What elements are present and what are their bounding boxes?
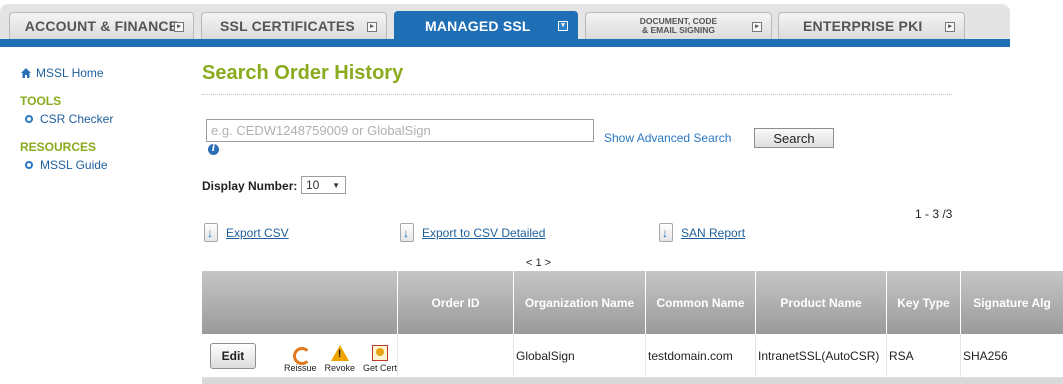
tab-label: MANAGED SSL [425,18,531,34]
revoke-icon [330,344,349,361]
display-number-select[interactable]: 10 ▼ [301,176,346,194]
orders-table: Order ID Organization Name Common Name P… [202,271,1063,384]
tab-bar-underline [0,39,1010,47]
edit-button[interactable]: Edit [210,342,256,369]
tab-document-code-email-signing[interactable]: DOCUMENT, CODE & EMAIL SIGNING ▸ [585,12,772,39]
table-row: Edit Reissue Revoke Get Cert GlobalSign … [202,334,1063,378]
tab-enterprise-pki[interactable]: ENTERPRISE PKI ▸ [778,12,965,39]
reissue-action[interactable]: Reissue [284,345,316,373]
column-header-common-name[interactable]: Common Name [645,271,755,334]
top-tab-bar: ACCOUNT & FINANCE ▸ SSL CERTIFICATES ▸ M… [0,0,1063,47]
export-csv-detailed-link[interactable]: Export to CSV Detailed [422,226,545,240]
revoke-label: Revoke [324,362,355,373]
table-row [202,378,1063,384]
sidebar-item-label: MSSL Guide [40,158,108,172]
export-csv[interactable]: Export CSV [204,221,289,242]
cell-signature-alg: SHA256 [960,334,1063,377]
export-icon [659,223,673,242]
export-icon [204,223,218,242]
display-number-label: Display Number: [202,179,298,193]
column-header-actions [202,271,397,334]
column-header-organization-name[interactable]: Organization Name [513,271,645,334]
tab-managed-ssl[interactable]: MANAGED SSL ▾ [394,11,578,40]
tab-ssl-certificates[interactable]: SSL CERTIFICATES ▸ [201,12,387,39]
row-actions: Edit Reissue Revoke Get Cert [202,334,397,377]
cell-order-id[interactable] [397,334,513,377]
reissue-icon [291,345,312,365]
revoke-action[interactable]: Revoke [324,344,355,373]
tab-label: ENTERPRISE PKI [803,18,923,34]
cell-key-type: RSA [886,334,960,377]
tab-label: SSL CERTIFICATES [220,18,355,34]
info-icon[interactable]: i [208,144,219,155]
get-cert-label: Get Cert [363,362,398,373]
chevron-down-icon: ▼ [332,180,340,190]
column-header-key-type[interactable]: Key Type [886,271,960,334]
sidebar: MSSL Home TOOLS CSR Checker RESOURCES MS… [20,66,180,172]
cell-organization-name: GlobalSign [513,334,645,377]
tab-label: DOCUMENT, CODE & EMAIL SIGNING [640,17,717,35]
search-button[interactable]: Search [754,128,834,148]
tab-arrow-icon[interactable]: ▸ [752,22,762,32]
column-header-product-name[interactable]: Product Name [755,271,886,334]
table-header: Order ID Organization Name Common Name P… [202,271,1063,334]
home-icon [21,68,31,78]
cell-product-name: IntranetSSL(AutoCSR) [755,334,886,377]
sidebar-item-mssl-home[interactable]: MSSL Home [20,66,180,80]
show-advanced-search-link[interactable]: Show Advanced Search [604,131,731,145]
cell-common-name: testdomain.com [645,334,755,377]
export-icon [400,223,414,242]
sidebar-heading-tools: TOOLS [20,94,62,108]
pagination[interactable]: < 1 > [526,257,551,269]
get-cert-action[interactable]: Get Cert [363,344,398,373]
tab-arrow-icon[interactable]: ▸ [367,22,377,32]
result-range: 1 - 3 /3 [915,207,953,221]
column-header-order-id[interactable]: Order ID [397,271,513,334]
export-csv-detailed[interactable]: Export to CSV Detailed [400,221,545,242]
get-cert-icon [372,344,388,361]
search-input[interactable] [206,119,594,142]
tab-label: ACCOUNT & FINANCE [24,18,179,34]
tab-arrow-icon[interactable]: ▸ [945,22,955,32]
sidebar-item-label: CSR Checker [40,112,114,126]
bullet-icon [25,115,33,123]
tab-arrow-icon[interactable]: ▾ [558,21,568,31]
column-header-signature-alg[interactable]: Signature Alg [960,271,1063,334]
page-title: Search Order History [202,62,404,84]
title-divider [202,94,952,95]
bullet-icon [25,161,33,169]
sidebar-item-csr-checker[interactable]: CSR Checker [20,112,180,126]
san-report-link[interactable]: SAN Report [681,226,745,240]
sidebar-heading-resources: RESOURCES [20,140,97,154]
tab-arrow-icon[interactable]: ▸ [174,22,184,32]
sidebar-item-label: MSSL Home [36,66,104,80]
display-number-value: 10 [306,178,320,192]
tab-label-line-2: & EMAIL SIGNING [641,25,716,35]
san-report[interactable]: SAN Report [659,221,745,242]
sidebar-item-mssl-guide[interactable]: MSSL Guide [20,158,180,172]
tab-account-finance[interactable]: ACCOUNT & FINANCE ▸ [9,12,194,39]
export-csv-link[interactable]: Export CSV [226,226,289,240]
